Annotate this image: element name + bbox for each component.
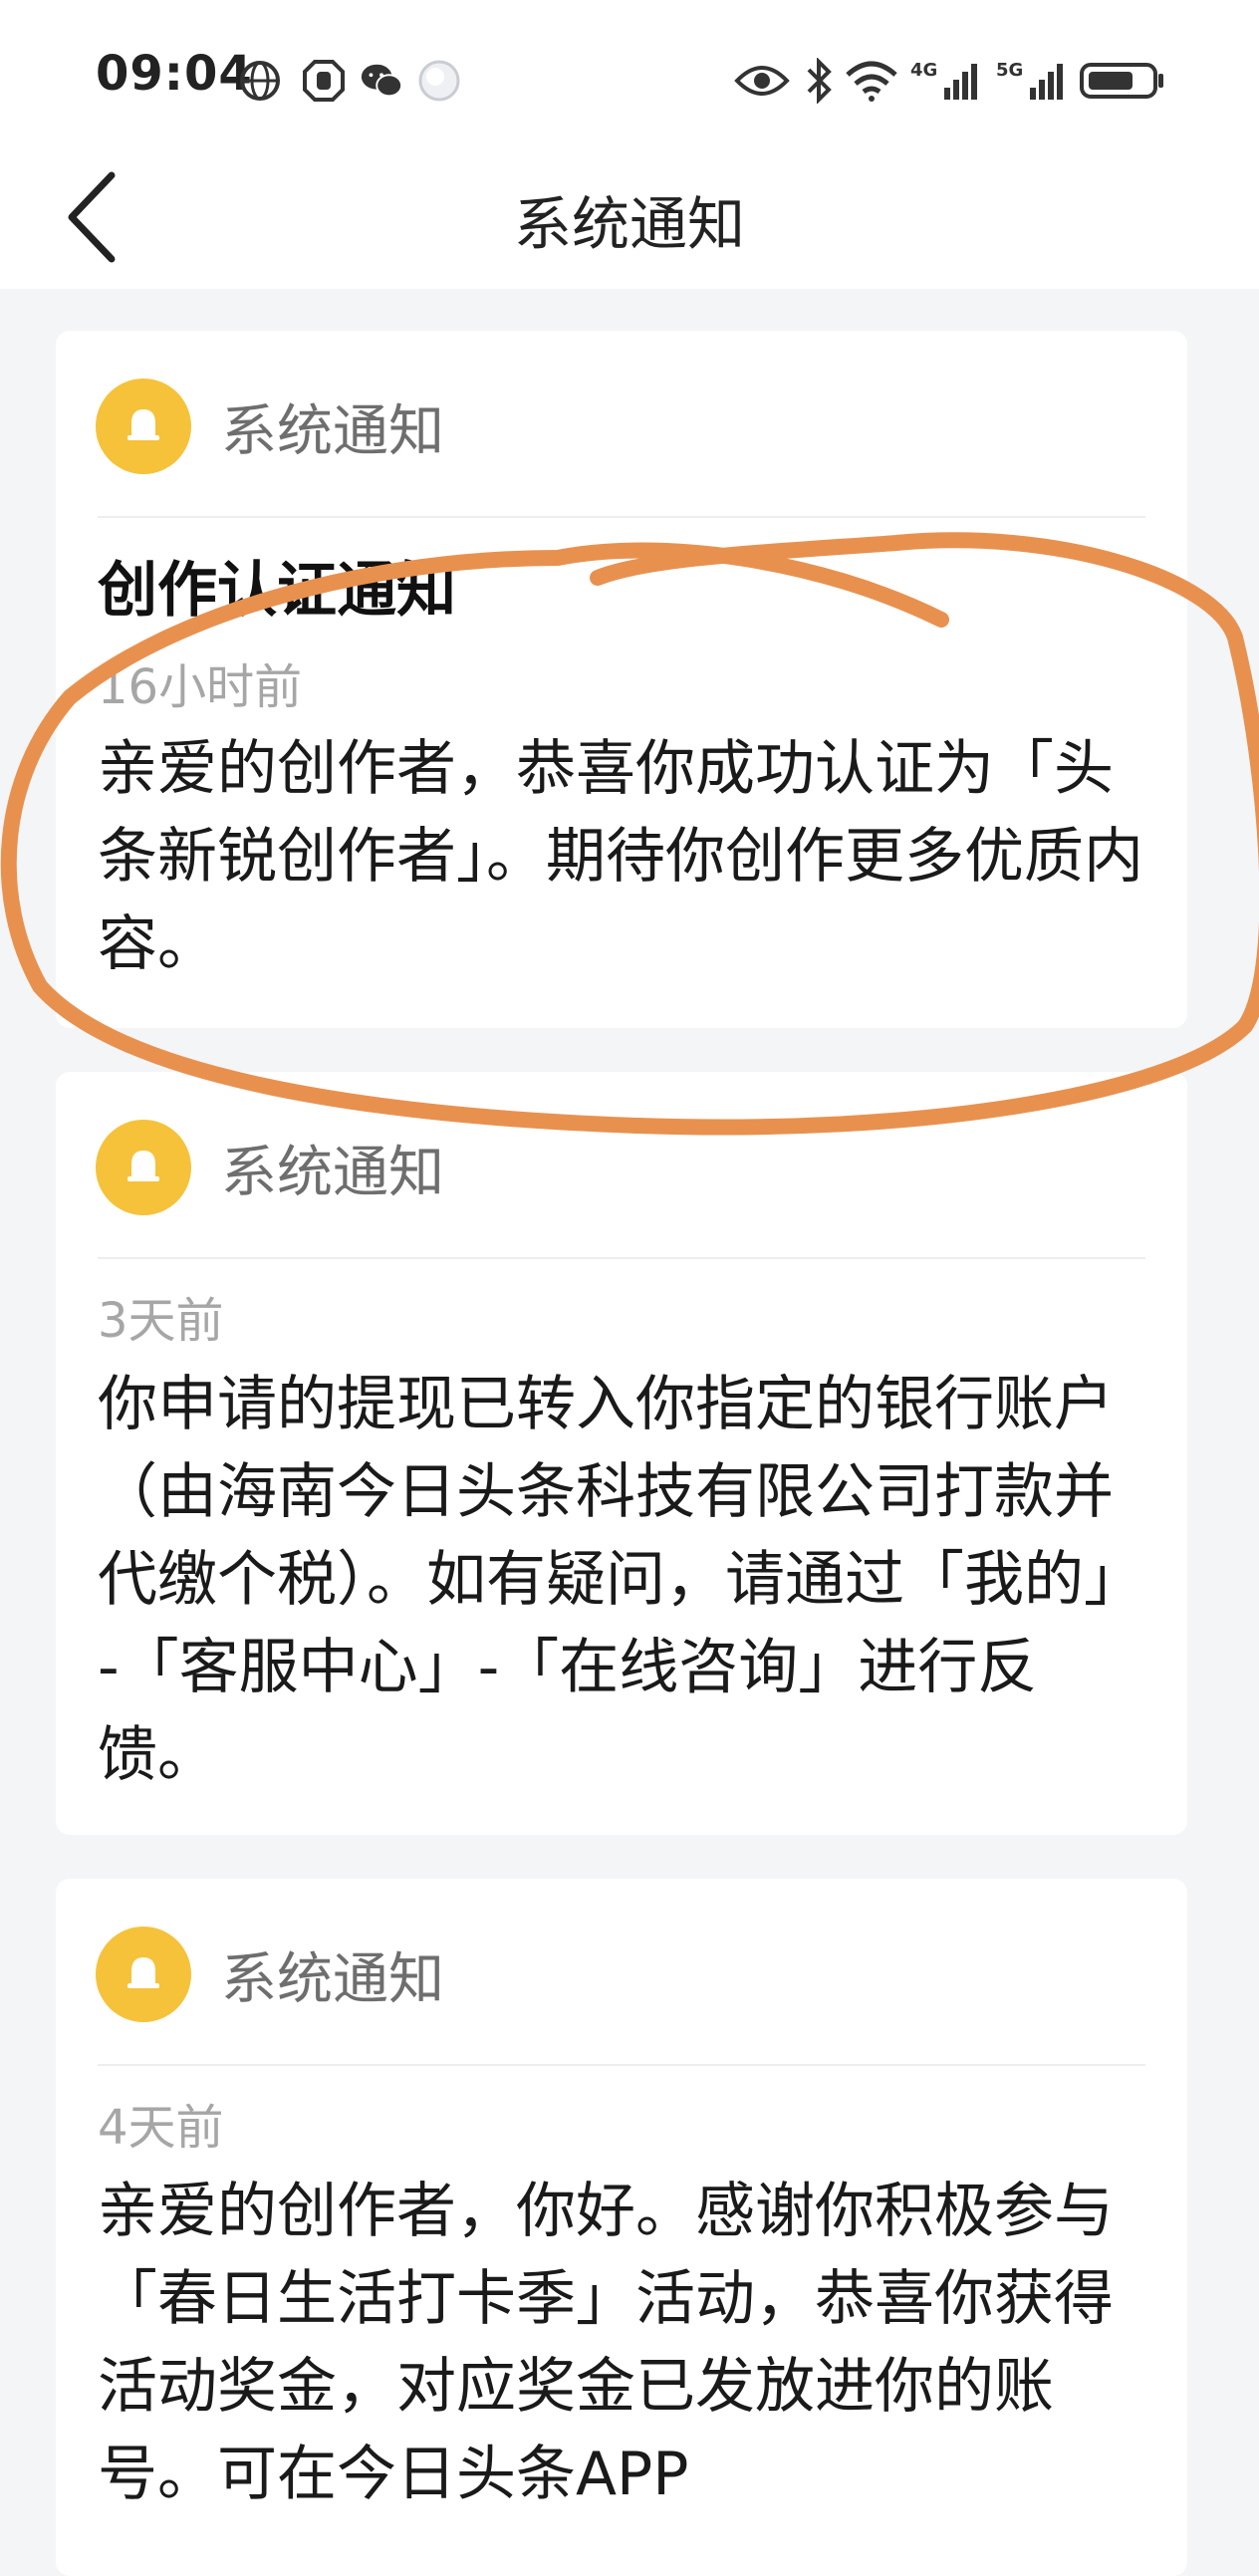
notification-time: 4天前 bbox=[98, 2100, 224, 2156]
bell-icon bbox=[96, 1927, 191, 2022]
notification-time: 16小时前 bbox=[98, 659, 303, 715]
wechat-icon bbox=[359, 58, 404, 104]
notification-title: 创作认证通知 bbox=[98, 556, 456, 626]
status-time: 09:04 bbox=[96, 46, 253, 102]
card-header: 系统通知 bbox=[96, 377, 444, 476]
notification-time: 3天前 bbox=[98, 1293, 224, 1349]
bell-icon bbox=[96, 1120, 191, 1215]
notification-source: 系统通知 bbox=[221, 398, 444, 464]
notification-card[interactable]: 系统通知 4天前 亲爱的创作者，你好。感谢你积极参与「春日生活打卡季」活动，恭喜… bbox=[56, 1879, 1187, 2576]
bell-icon bbox=[96, 379, 191, 474]
bluetooth-icon bbox=[797, 58, 843, 104]
globe-icon bbox=[237, 58, 283, 104]
moon-icon bbox=[416, 58, 462, 104]
notification-body: 你申请的提现已转入你指定的银行账户（由海南今日头条科技有限公司打款并代缴个税）。… bbox=[98, 1370, 1143, 1790]
hand-icon bbox=[301, 58, 347, 104]
notification-source: 系统通知 bbox=[221, 1140, 444, 1205]
card-header: 系统通知 bbox=[96, 1925, 444, 2024]
nav-bar: 系统通知 bbox=[0, 149, 1259, 289]
notification-body: 亲爱的创作者，你好。感谢你积极参与「春日生活打卡季」活动，恭喜你获得活动奖金，对… bbox=[98, 2177, 1114, 2509]
notification-card[interactable]: 系统通知 创作认证通知 16小时前 亲爱的创作者，恭喜你成功认证为「头条新锐创作… bbox=[56, 331, 1187, 1028]
divider bbox=[98, 516, 1145, 518]
signal-icon: 4G bbox=[908, 58, 982, 104]
eye-icon bbox=[733, 58, 791, 104]
battery-icon bbox=[1078, 58, 1167, 104]
divider bbox=[98, 2064, 1145, 2066]
wifi-icon bbox=[843, 58, 900, 104]
notification-card[interactable]: 系统通知 3天前 你申请的提现已转入你指定的银行账户（由海南今日头条科技有限公司… bbox=[56, 1072, 1187, 1835]
status-bar: 09:04 4G 5G bbox=[0, 0, 1259, 149]
notification-source: 系统通知 bbox=[221, 1946, 444, 2012]
network-5g-label: 5G bbox=[996, 60, 1023, 81]
network-4g-label: 4G bbox=[910, 60, 937, 81]
signal-icon-5g: 5G bbox=[994, 58, 1068, 104]
notification-body: 亲爱的创作者，恭喜你成功认证为「头条新锐创作者」。期待你创作更多优质内容。 bbox=[98, 734, 1143, 979]
card-header: 系统通知 bbox=[96, 1118, 444, 1217]
page-title: 系统通知 bbox=[513, 190, 745, 258]
divider bbox=[98, 1257, 1145, 1259]
